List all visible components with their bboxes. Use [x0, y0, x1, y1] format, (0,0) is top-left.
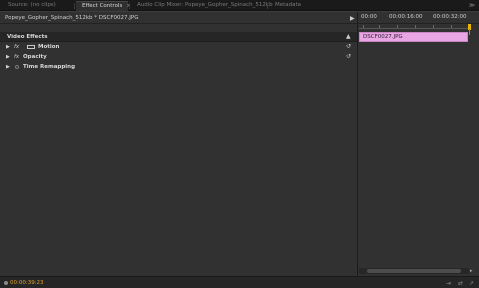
expand-arrow-icon[interactable]: ▶ [6, 52, 10, 62]
tab-metadata-label: Metadata [275, 2, 302, 8]
ruler-tick [379, 25, 380, 28]
timeline-clip[interactable]: DSCF0027.JPG [359, 32, 468, 42]
fx-badge[interactable]: fx [14, 42, 19, 52]
effect-name: Motion [38, 44, 60, 50]
expand-arrow-icon[interactable]: ▶ [6, 42, 10, 52]
export-icon[interactable]: ↗ [469, 280, 474, 287]
tab-source[interactable]: Source: (no clips) [2, 1, 72, 11]
stopwatch-icon [15, 65, 19, 69]
current-timecode[interactable]: 00:00:39:23 [10, 280, 44, 286]
video-effects-header: Video Effects ▲ [0, 32, 357, 42]
effect-name: Opacity [23, 54, 47, 60]
record-indicator-icon [4, 281, 8, 285]
ruler-tick [451, 25, 452, 28]
effect-name: Time Remapping [23, 64, 76, 70]
ruler-tick [433, 25, 434, 28]
play-arrow-icon[interactable]: ▶ [350, 15, 355, 22]
tab-source-label: Source: (no clips) [8, 2, 56, 8]
tab-audio-clip-mixer-label: Audio Clip Mixer: Popeye_Gopher_Spinach_… [137, 2, 273, 8]
filter-icon[interactable]: ⇥ [446, 280, 451, 287]
clip-name: Popeye_Gopher_Spinach_512kb * DSCF0027.J… [5, 15, 139, 21]
effect-row-time-remapping[interactable]: ▶ Time Remapping [0, 62, 357, 72]
tab-effect-controls[interactable]: Effect Controls× [76, 1, 131, 11]
panel-footer: 00:00:39:23 ⇥ ⇄ ↗ [0, 276, 479, 288]
tab-audio-clip-mixer[interactable]: Audio Clip Mixer: Popeye_Gopher_Spinach_… [131, 1, 273, 11]
tab-divider [74, 3, 75, 9]
zoom-in-icon[interactable]: ▸ [470, 268, 475, 274]
ruler-tick [415, 25, 416, 28]
panel-menu-icon[interactable]: ≫ [469, 2, 475, 9]
timeline-scrollbar[interactable] [359, 268, 469, 274]
timeline-clip-label: DSCF0027.JPG [363, 34, 403, 40]
playhead-line [469, 29, 470, 35]
ruler-tick [363, 25, 364, 28]
ruler-tick [397, 25, 398, 28]
tab-metadata[interactable]: Metadata [269, 1, 309, 11]
panel-tab-bar: Source: (no clips) Effect Controls× Audi… [0, 0, 479, 11]
header-collapse-icon[interactable]: ▲ [346, 32, 351, 42]
fx-badge[interactable]: fx [14, 52, 19, 62]
scrollbar-thumb[interactable] [367, 269, 461, 273]
effect-controls-panel: Popeye_Gopher_Spinach_512kb * DSCF0027.J… [0, 11, 479, 277]
panel-divider[interactable] [357, 12, 358, 277]
motion-transform-icon[interactable] [27, 45, 35, 49]
effect-row-opacity[interactable]: ▶ fx Opacity ↺ [0, 52, 357, 62]
loop-icon[interactable]: ⇄ [458, 280, 463, 287]
reset-icon[interactable]: ↺ [346, 42, 351, 52]
video-effects-title: Video Effects [7, 34, 48, 40]
tab-divider [267, 3, 268, 9]
timeline-timecodes: 00:00 00:00:16:00 00:00:32:00 [359, 14, 479, 24]
timecode-end: 00:00:32:00 [433, 14, 467, 20]
tab-divider [129, 3, 130, 9]
tab-effect-controls-label: Effect Controls [82, 3, 123, 9]
expand-arrow-icon[interactable]: ▶ [6, 62, 10, 72]
timecode-mid: 00:00:16:00 [389, 14, 423, 20]
timecode-start: 00:00 [361, 14, 377, 20]
effects-list: Video Effects ▲ ▶ fx Motion ↺ ▶ fx Opaci… [0, 32, 357, 72]
effect-row-motion[interactable]: ▶ fx Motion ↺ [0, 42, 357, 52]
time-ruler[interactable] [359, 24, 470, 29]
reset-icon[interactable]: ↺ [346, 52, 351, 62]
